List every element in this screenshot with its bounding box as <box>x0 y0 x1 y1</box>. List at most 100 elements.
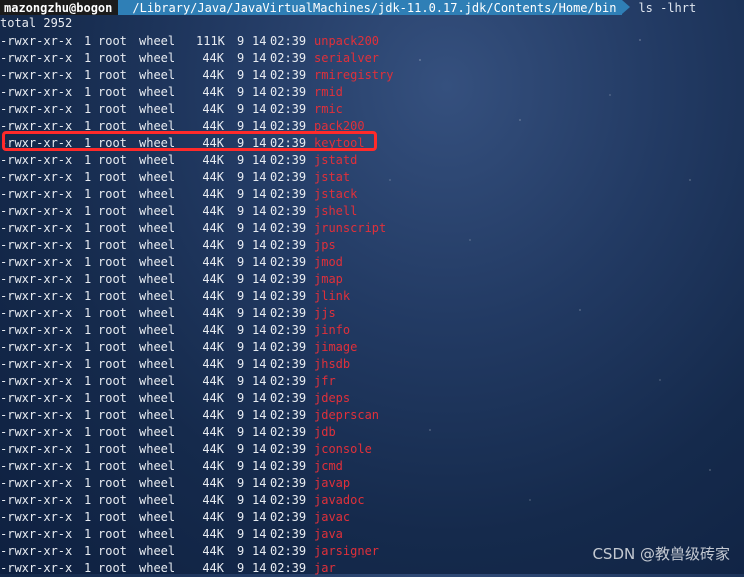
file-name: jdeprscan <box>314 408 380 422</box>
file-size: 44K <box>202 272 224 286</box>
file-time: 02:39 <box>270 493 307 507</box>
file-perm: -rwxr-xr-x <box>0 408 73 422</box>
file-month: 9 <box>237 34 245 48</box>
file-size: 44K <box>202 374 224 388</box>
file-time: 02:39 <box>270 527 307 541</box>
file-time: 02:39 <box>270 153 307 167</box>
file-size: 44K <box>202 459 224 473</box>
file-perm: -rwxr-xr-x <box>0 510 73 524</box>
file-time: 02:39 <box>270 255 307 269</box>
file-size: 44K <box>202 561 224 575</box>
file-month: 9 <box>237 153 245 167</box>
file-month: 9 <box>237 323 245 337</box>
file-perm: -rwxr-xr-x <box>0 51 73 65</box>
file-month: 9 <box>237 425 245 439</box>
file-owner: root <box>98 561 127 575</box>
file-perm: -rwxr-xr-x <box>0 425 73 439</box>
file-size: 44K <box>202 51 224 65</box>
file-owner: root <box>98 204 127 218</box>
file-time: 02:39 <box>270 561 307 575</box>
file-month: 9 <box>237 544 245 558</box>
file-month: 9 <box>237 187 245 201</box>
file-perm: -rwxr-xr-x <box>0 255 73 269</box>
file-group: wheel <box>139 289 176 303</box>
file-size: 44K <box>202 425 224 439</box>
file-owner: root <box>98 459 127 473</box>
file-day: 14 <box>252 459 267 473</box>
file-month: 9 <box>237 510 245 524</box>
file-month: 9 <box>237 255 245 269</box>
file-perm: -rwxr-xr-x <box>0 85 73 99</box>
file-size: 44K <box>202 204 224 218</box>
file-size: 44K <box>202 510 224 524</box>
file-links: 1 <box>84 102 92 116</box>
file-perm: -rwxr-xr-x <box>0 272 73 286</box>
file-perm: -rwxr-xr-x <box>0 374 73 388</box>
file-time: 02:39 <box>270 170 307 184</box>
file-perm: -rwxr-xr-x <box>0 544 73 558</box>
file-links: 1 <box>84 68 92 82</box>
file-size: 44K <box>202 187 224 201</box>
file-links: 1 <box>84 289 92 303</box>
file-group: wheel <box>139 153 176 167</box>
file-group: wheel <box>139 238 176 252</box>
file-group: wheel <box>139 476 176 490</box>
file-owner: root <box>98 221 127 235</box>
file-month: 9 <box>237 476 245 490</box>
file-day: 14 <box>252 170 267 184</box>
file-group: wheel <box>139 272 176 286</box>
file-perm: -rwxr-xr-x <box>0 323 73 337</box>
file-size: 44K <box>202 289 224 303</box>
file-name: jstack <box>314 187 358 201</box>
file-group: wheel <box>139 340 176 354</box>
file-day: 14 <box>252 408 267 422</box>
file-day: 14 <box>252 255 267 269</box>
file-perm: -rwxr-xr-x <box>0 34 73 48</box>
file-size: 44K <box>202 340 224 354</box>
file-size: 44K <box>202 391 224 405</box>
file-group: wheel <box>139 357 176 371</box>
file-time: 02:39 <box>270 357 307 371</box>
file-group: wheel <box>139 391 176 405</box>
file-time: 02:39 <box>270 442 307 456</box>
file-links: 1 <box>84 544 92 558</box>
file-name: jshell <box>314 204 358 218</box>
file-size: 44K <box>202 527 224 541</box>
file-group: wheel <box>139 255 176 269</box>
file-owner: root <box>98 34 127 48</box>
file-day: 14 <box>252 323 267 337</box>
file-size: 44K <box>202 357 224 371</box>
file-month: 9 <box>237 85 245 99</box>
file-name: jfr <box>314 374 336 388</box>
file-time: 02:39 <box>270 221 307 235</box>
file-time: 02:39 <box>270 187 307 201</box>
file-day: 14 <box>252 68 267 82</box>
file-size: 44K <box>202 102 224 116</box>
file-perm: -rwxr-xr-x <box>0 561 73 575</box>
file-name: jinfo <box>314 323 351 337</box>
file-time: 02:39 <box>270 476 307 490</box>
file-name: javadoc <box>314 493 365 507</box>
file-time: 02:39 <box>270 340 307 354</box>
file-day: 14 <box>252 221 267 235</box>
file-name: javac <box>314 510 351 524</box>
file-links: 1 <box>84 442 92 456</box>
prompt-command[interactable]: ls -lhrt <box>622 1 696 15</box>
file-perm: -rwxr-xr-x <box>0 238 73 252</box>
file-time: 02:39 <box>270 204 307 218</box>
file-month: 9 <box>237 51 245 65</box>
file-group: wheel <box>139 170 176 184</box>
file-month: 9 <box>237 306 245 320</box>
file-links: 1 <box>84 221 92 235</box>
file-day: 14 <box>252 442 267 456</box>
file-name: jhsdb <box>314 357 351 371</box>
file-links: 1 <box>84 357 92 371</box>
file-size: 44K <box>202 221 224 235</box>
file-day: 14 <box>252 561 267 575</box>
file-owner: root <box>98 340 127 354</box>
file-perm: -rwxr-xr-x <box>0 68 73 82</box>
file-month: 9 <box>237 340 245 354</box>
file-name: jmod <box>314 255 343 269</box>
shell-prompt: mazongzhu@bogon /Library/Java/JavaVirtua… <box>0 0 696 15</box>
file-time: 02:39 <box>270 391 307 405</box>
